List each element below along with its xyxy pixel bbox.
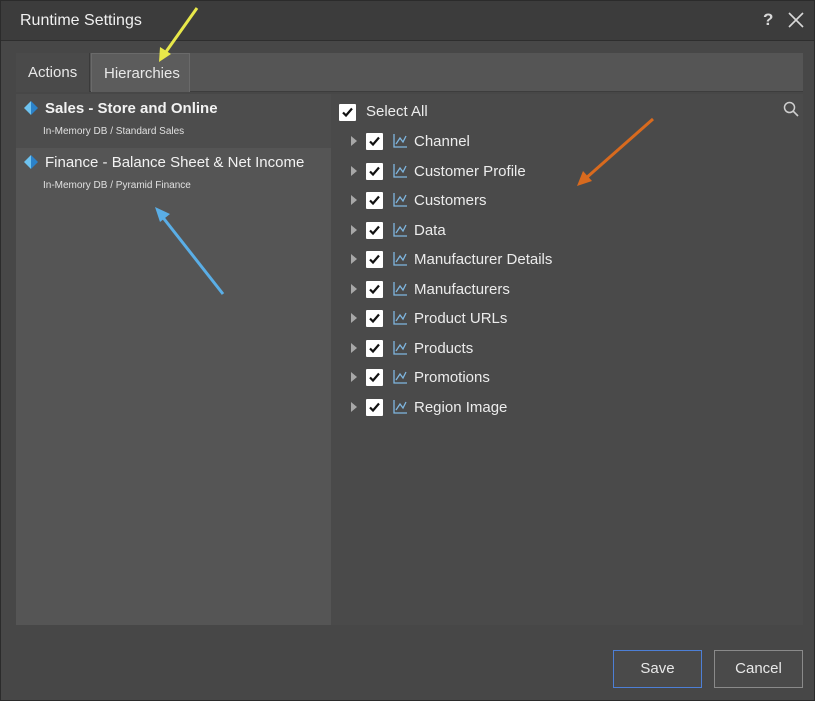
chevron-right-icon[interactable]: [350, 224, 358, 235]
model-name: Sales - Store and Online: [45, 100, 218, 117]
hierarchy-row: Customer Profile: [331, 160, 761, 184]
hierarchy-label: Customers: [414, 192, 487, 209]
model-item-finance[interactable]: Finance - Balance Sheet & Net Income In-…: [16, 148, 331, 202]
hierarchy-icon: [393, 311, 407, 325]
model-source: In-Memory DB / Standard Sales: [43, 126, 185, 137]
hierarchy-checkbox[interactable]: [366, 369, 383, 386]
cancel-button[interactable]: Cancel: [714, 650, 803, 688]
hierarchy-row: Promotions: [331, 366, 761, 390]
hierarchy-label: Promotions: [414, 369, 490, 386]
hierarchy-checkbox[interactable]: [366, 221, 383, 239]
hierarchy-row: Manufacturer Details: [331, 248, 761, 272]
runtime-settings-dialog: Runtime Settings ? Actions Hierarchies S…: [0, 0, 815, 701]
hierarchy-icon: [393, 340, 407, 355]
dialog-titlebar: Runtime Settings ?: [1, 1, 814, 41]
chevron-right-icon[interactable]: [350, 401, 358, 412]
hierarchy-label: Data: [414, 221, 446, 239]
hierarchy-icon: [393, 370, 407, 384]
model-source: In-Memory DB / Pyramid Finance: [43, 180, 191, 191]
chevron-right-icon[interactable]: [350, 372, 358, 382]
hierarchy-panel: Select All Channel Customer Profile Custom…: [331, 94, 803, 625]
close-icon[interactable]: [787, 11, 805, 29]
hierarchy-icon: [393, 193, 407, 207]
hierarchy-icon: [393, 252, 407, 266]
hierarchy-icon: [393, 281, 407, 296]
hierarchy-row: Region Image: [331, 396, 761, 420]
chevron-right-icon[interactable]: [350, 195, 358, 205]
hierarchy-checkbox[interactable]: [366, 310, 383, 327]
chevron-right-icon[interactable]: [350, 313, 358, 323]
chevron-right-icon[interactable]: [350, 136, 358, 146]
hierarchy-checkbox[interactable]: [366, 398, 383, 416]
hierarchy-row: Data: [331, 219, 761, 243]
hierarchy-icon: [393, 163, 407, 178]
hierarchy-checkbox[interactable]: [366, 280, 383, 298]
tab-bar: Actions Hierarchies: [16, 53, 803, 92]
chevron-right-icon[interactable]: [350, 165, 358, 176]
chevron-right-icon[interactable]: [350, 342, 358, 353]
tab-hierarchies[interactable]: Hierarchies: [91, 53, 190, 92]
checkbox[interactable]: [339, 104, 356, 121]
hierarchy-row: Manufacturers: [331, 278, 761, 302]
hierarchy-icon: [393, 222, 407, 237]
model-list-panel: Sales - Store and Online In-Memory DB / …: [16, 94, 331, 625]
hierarchy-label: Manufacturers: [414, 280, 510, 298]
model-name: Finance - Balance Sheet & Net Income: [45, 154, 305, 171]
model-diamond-icon: [24, 101, 38, 115]
select-all-label: Select All: [366, 103, 428, 120]
hierarchy-label: Manufacturer Details: [414, 251, 553, 268]
chevron-right-icon[interactable]: [350, 254, 358, 264]
search-icon[interactable]: [783, 101, 799, 117]
hierarchy-checkbox[interactable]: [366, 162, 383, 180]
hierarchy-icon: [393, 134, 407, 148]
save-button[interactable]: Save: [613, 650, 702, 688]
chevron-right-icon[interactable]: [350, 283, 358, 294]
dialog-title: Runtime Settings: [20, 12, 142, 29]
hierarchy-icon: [393, 399, 407, 414]
tab-actions[interactable]: Actions: [16, 53, 90, 92]
hierarchy-label: Products: [414, 339, 474, 357]
hierarchy-label: Customer Profile: [414, 162, 526, 180]
hierarchy-checkbox[interactable]: [366, 251, 383, 268]
hierarchy-row: Product URLs: [331, 307, 761, 331]
hierarchy-checkbox[interactable]: [366, 133, 383, 150]
hierarchy-label: Channel: [414, 133, 470, 150]
help-icon[interactable]: ?: [763, 10, 773, 30]
hierarchy-row: Channel: [331, 130, 761, 154]
hierarchy-row: Products: [331, 337, 761, 361]
hierarchy-checkbox[interactable]: [366, 192, 383, 209]
model-item-sales[interactable]: Sales - Store and Online In-Memory DB / …: [16, 94, 331, 148]
hierarchy-checkbox[interactable]: [366, 339, 383, 357]
hierarchy-label: Region Image: [414, 398, 508, 416]
hierarchy-label: Product URLs: [414, 310, 508, 327]
model-diamond-icon: [24, 155, 38, 169]
hierarchy-row: Customers: [331, 189, 761, 213]
